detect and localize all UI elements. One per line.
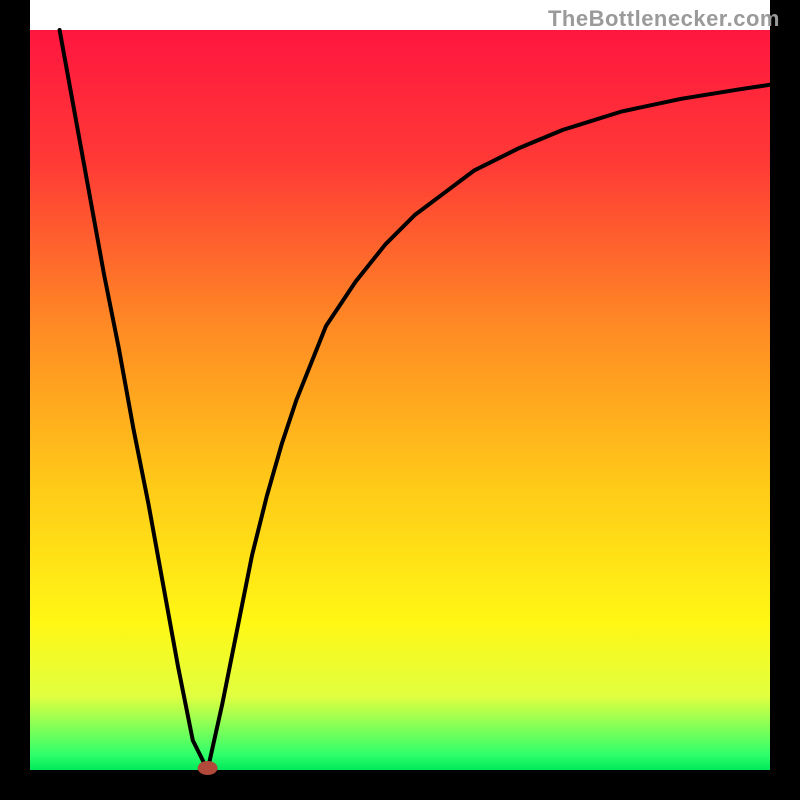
chart-canvas [0,0,800,800]
axis-left [0,0,30,800]
axis-right [770,0,800,800]
plot-gradient [30,30,770,770]
optimal-marker [198,761,218,775]
axis-bottom [0,770,800,800]
watermark: TheBottlenecker.com [548,6,780,32]
